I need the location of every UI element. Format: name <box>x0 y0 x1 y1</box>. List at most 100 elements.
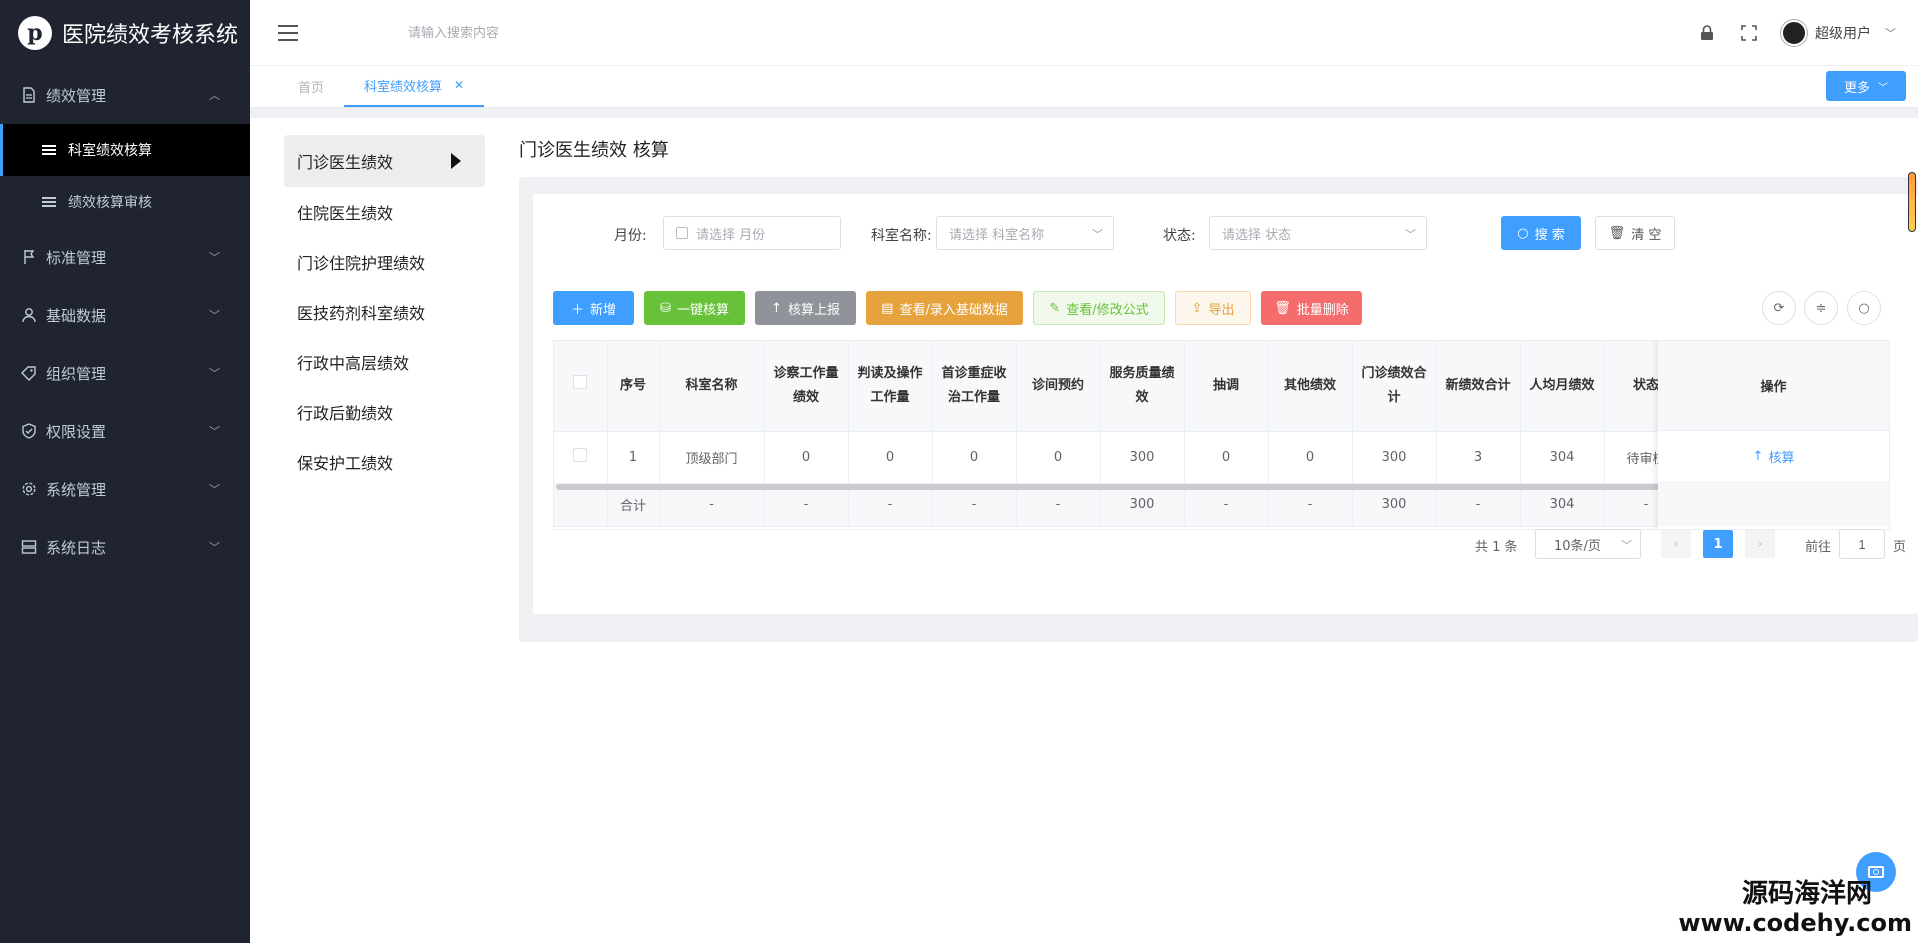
view-formula-button[interactable]: ✎ 查看/修改公式 <box>1033 291 1165 325</box>
calc-report-button[interactable]: ↑ 核算上报 <box>755 291 856 325</box>
category-label: 住院医生绩效 <box>297 204 394 223</box>
prev-page-button[interactable]: ‹ <box>1661 530 1691 558</box>
server-icon <box>20 538 38 556</box>
close-icon[interactable]: ✕ <box>454 78 464 92</box>
user-name: 超级用户 <box>1815 26 1871 42</box>
category-admin-logistics[interactable]: 行政后勤绩效 <box>284 387 485 437</box>
export-button[interactable]: ⇪ 导出 <box>1175 291 1251 325</box>
header-cell[interactable]: 服务质量绩效 <box>1100 341 1185 432</box>
header-cell[interactable]: 诊察工作量绩效 <box>764 341 849 432</box>
tab-dept-performance-calc[interactable]: 科室绩效核算 ✕ <box>344 65 485 107</box>
view-base-data-button[interactable]: ▤ 查看/录入基础数据 <box>866 291 1023 325</box>
flag-icon <box>20 248 38 266</box>
table-grid: 序号 科室名称 诊察工作量绩效 判读及操作工作量 首诊重症收治工作量 诊间预约 … <box>554 341 1689 527</box>
header-cell[interactable]: 序号 <box>607 341 660 432</box>
calc-action-link[interactable]: ↑ 核算 <box>1658 431 1889 483</box>
lock-icon[interactable] <box>1697 23 1717 43</box>
pagination-total: 共 1 条 <box>1475 540 1518 555</box>
row-checkbox[interactable] <box>573 448 588 462</box>
one-click-calc-button[interactable]: ⛁ 一键核算 <box>644 291 745 325</box>
menu-basic-data[interactable]: 基础数据 ﹀ <box>0 286 250 344</box>
category-inpatient-doctor[interactable]: 住院医生绩效 <box>284 187 485 237</box>
select-all-checkbox[interactable] <box>573 374 588 389</box>
dept-select[interactable]: 请选择 科室名称 ﹀ <box>936 216 1114 250</box>
header-cell[interactable]: 诊间预约 <box>1016 341 1101 432</box>
menu-standard-management[interactable]: 标准管理 ﹀ <box>0 228 250 286</box>
list-icon <box>42 145 56 155</box>
menu-permission-settings[interactable]: 权限设置 ﹀ <box>0 402 250 460</box>
chevron-down-icon: ﹀ <box>1878 82 1888 94</box>
batch-delete-button[interactable]: 🗑 批量删除 <box>1261 291 1362 325</box>
view-base-label: 查看/录入基础数据 <box>899 302 1008 318</box>
month-picker[interactable]: 请选择 月份 <box>663 216 841 250</box>
header-cell[interactable]: 新绩效合计 <box>1436 341 1521 432</box>
calendar-icon <box>676 227 688 239</box>
header-cell[interactable]: 其他绩效 <box>1268 341 1353 432</box>
fullscreen-icon[interactable] <box>1739 23 1759 43</box>
sidebar: p 医院绩效考核系统 绩效管理 ︿ 科室绩效核算 绩效核算审核 标准管理 ﹀ 基… <box>0 0 250 943</box>
header-cell[interactable]: 判读及操作工作量 <box>848 341 933 432</box>
menu-performance-management[interactable]: 绩效管理 ︿ <box>0 66 250 124</box>
watermark-line1: 源码海洋网 <box>1741 879 1872 909</box>
header-actions: 超级用户 ﹀ <box>1697 0 1896 66</box>
next-page-button[interactable]: › <box>1745 530 1775 558</box>
add-button[interactable]: ＋ 新增 <box>553 291 634 325</box>
tab-home[interactable]: 首页 <box>278 65 344 107</box>
plus-icon: ＋ <box>570 302 584 318</box>
category-nursing[interactable]: 门诊住院护理绩效 <box>284 237 485 287</box>
operation-summary-cell <box>1658 483 1889 526</box>
table-cell: 300 <box>1100 431 1185 484</box>
menu-org-management[interactable]: 组织管理 ﹀ <box>0 344 250 402</box>
table-cell: 3 <box>1436 431 1521 484</box>
chevron-down-icon: ﹀ <box>1621 539 1632 552</box>
clear-button-label: 清 空 <box>1631 227 1662 243</box>
header-cell[interactable]: 抽调 <box>1184 341 1269 432</box>
search-toggle-icon[interactable]: ○ <box>1847 291 1881 325</box>
add-label: 新增 <box>590 302 617 318</box>
vertical-scrollbar[interactable] <box>1908 172 1916 232</box>
category-outpatient-doctor[interactable]: 门诊医生绩效 <box>284 135 485 187</box>
search-button[interactable]: ○ 搜 索 <box>1501 216 1581 250</box>
global-search-input[interactable] <box>408 25 648 40</box>
pinterest-logo-icon: p <box>18 16 52 50</box>
search-icon: ○ <box>1517 225 1529 241</box>
goto-page-input[interactable] <box>1839 529 1885 559</box>
one-click-label: 一键核算 <box>676 302 729 318</box>
horizontal-scrollbar[interactable] <box>556 484 1786 490</box>
dept-label: 科室名称: <box>871 228 932 244</box>
submenu-dept-performance-calc[interactable]: 科室绩效核算 <box>0 124 250 176</box>
submenu-performance-review[interactable]: 绩效核算审核 <box>0 176 250 228</box>
clear-button[interactable]: 🗑 清 空 <box>1595 216 1675 250</box>
header-cell[interactable]: 首诊重症收治工作量 <box>932 341 1017 432</box>
status-select[interactable]: 请选择 状态 ﹀ <box>1209 216 1427 250</box>
refresh-icon[interactable]: ⟳ <box>1762 291 1796 325</box>
table-cell: 300 <box>1352 431 1437 484</box>
column-settings-icon[interactable]: ≑ <box>1804 291 1838 325</box>
header-cell[interactable]: 科室名称 <box>659 341 765 432</box>
more-button[interactable]: 更多 ﹀ <box>1826 71 1906 101</box>
table-row[interactable]: 1 顶级部门 0 0 0 0 300 0 0 300 3 304 待审核 <box>554 431 1689 484</box>
menu-group-performance: 绩效管理 ︿ 科室绩效核算 绩效核算审核 <box>0 66 250 228</box>
logo-letter: p <box>27 20 43 46</box>
category-security-care[interactable]: 保安护工绩效 <box>284 437 485 487</box>
hamburger-menu-icon[interactable] <box>278 24 298 41</box>
menu-system-log[interactable]: 系统日志 ﹀ <box>0 518 250 576</box>
category-medtech-pharmacy[interactable]: 医技药剂科室绩效 <box>284 287 485 337</box>
page-size-value: 10条/页 <box>1554 538 1601 554</box>
user-icon <box>20 306 38 324</box>
menu-label: 系统日志 <box>46 538 107 557</box>
page-number-button[interactable]: 1 <box>1703 530 1733 558</box>
header-cell[interactable]: 门诊绩效合计 <box>1352 341 1437 432</box>
menu-label: 绩效管理 <box>46 86 107 105</box>
report-label: 核算上报 <box>787 302 840 318</box>
table-cell: 0 <box>1016 431 1101 484</box>
menu-label: 权限设置 <box>46 422 107 441</box>
app-logo[interactable]: p 医院绩效考核系统 <box>0 0 250 66</box>
category-admin-mid-senior[interactable]: 行政中高层绩效 <box>284 337 485 387</box>
header-cell[interactable]: 人均月绩效 <box>1520 341 1605 432</box>
category-label: 保安护工绩效 <box>297 454 394 473</box>
menu-system-management[interactable]: 系统管理 ﹀ <box>0 460 250 518</box>
chevron-down-icon: ﹀ <box>1885 27 1896 40</box>
page-size-select[interactable]: 10条/页 ﹀ <box>1535 529 1641 559</box>
user-menu[interactable]: 超级用户 ﹀ <box>1781 20 1896 46</box>
